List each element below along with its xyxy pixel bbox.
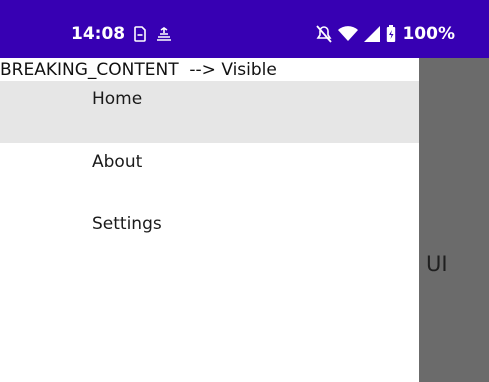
status-bar: 14:08 100% [0,0,489,58]
drawer-item-label: About [92,152,143,172]
drawer-item-settings[interactable]: Settings [0,206,419,268]
sim-card-icon [133,26,147,42]
drawer-item-home[interactable]: Home [0,81,419,143]
drawer-item-label: Settings [92,214,162,234]
content-label: UI [426,252,448,276]
navigation-drawer: BREAKING_CONTENT --> Visible Home About … [0,58,419,382]
drawer-item-about[interactable]: About [0,144,419,206]
status-right: 100% [316,22,455,46]
wifi-icon [338,26,359,42]
app-screen: 14:08 100% UI BREAKING_CONTENT --> Visib… [0,0,489,382]
drawer-header-text: BREAKING_CONTENT --> Visible [0,60,277,80]
notifications-off-icon [316,25,333,43]
battery-icon [386,25,396,43]
drawer-item-label: Home [92,89,143,109]
data-saver-icon [155,26,173,42]
status-time: 14:08 [71,24,126,44]
signal-icon [364,26,381,42]
status-left: 14:08 [71,22,173,46]
battery-percentage: 100% [402,24,455,44]
